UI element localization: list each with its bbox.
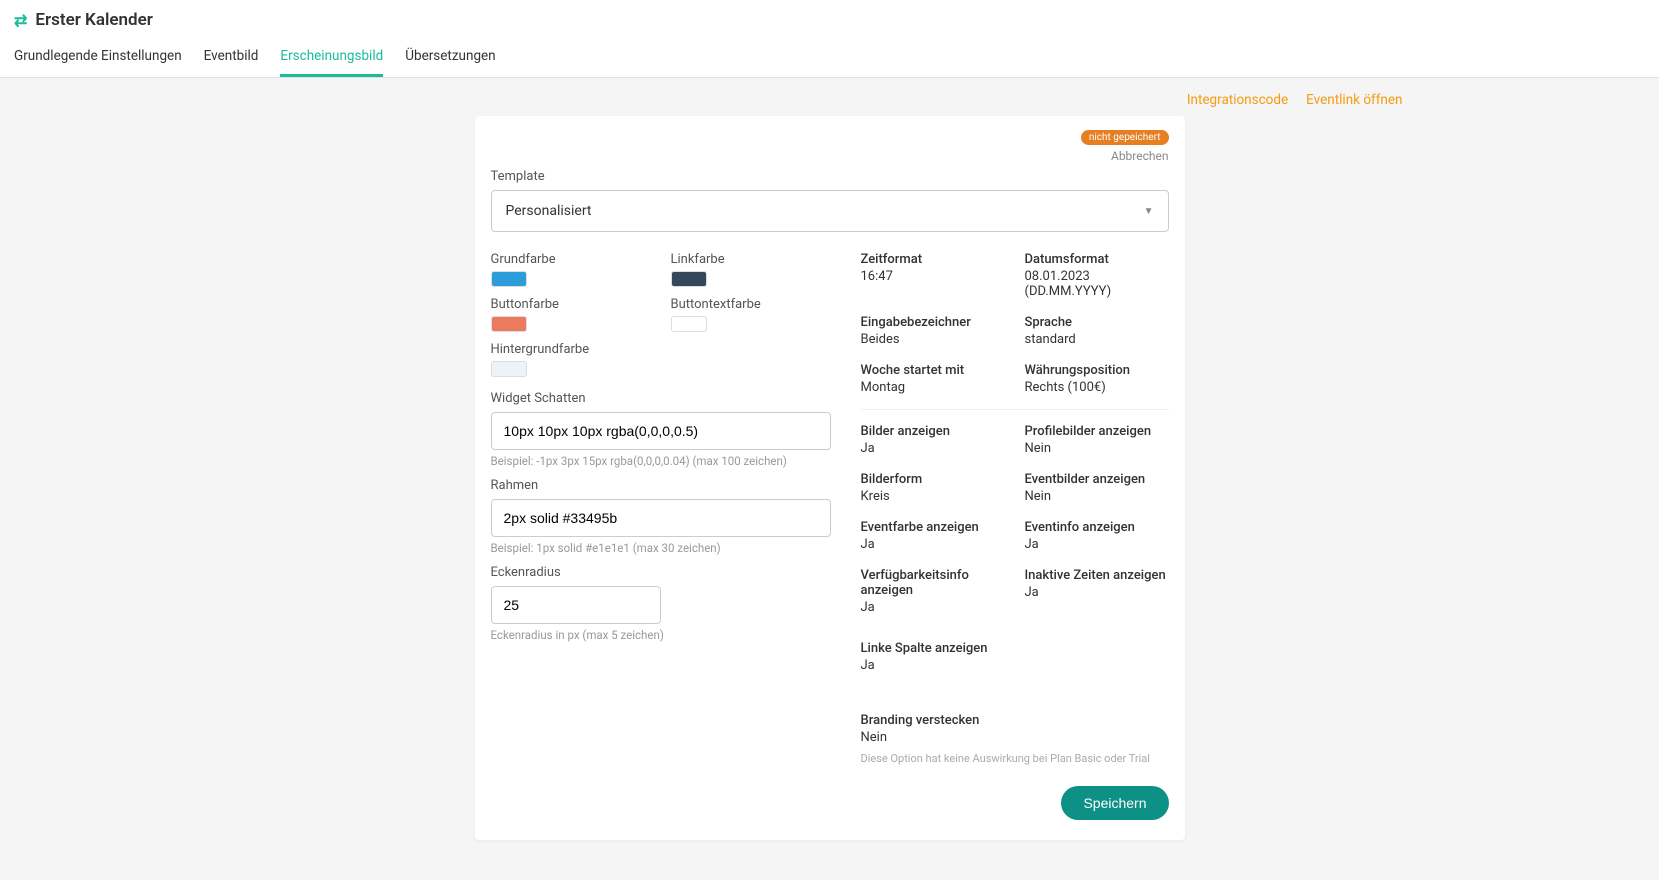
setting-inaktive-zeiten-anzeigen[interactable]: Inaktive Zeiten anzeigen Ja <box>1025 568 1169 615</box>
page-title: Erster Kalender <box>35 10 152 30</box>
widget-shadow-label: Widget Schatten <box>491 391 831 406</box>
unsaved-badge: nicht gepeichert <box>1081 130 1169 145</box>
open-eventlink-link[interactable]: Eventlink öffnen <box>1306 92 1402 108</box>
hintergrundfarbe-label: Hintergrundfarbe <box>491 342 651 357</box>
settings-group-c: Linke Spalte anzeigen Ja <box>861 641 1169 673</box>
settings-group-a: Zeitformat 16:47 Datumsformat 08.01.2023… <box>861 252 1169 395</box>
buttonfarbe-swatch[interactable] <box>491 316 527 332</box>
linkfarbe-label: Linkfarbe <box>671 252 831 267</box>
setting-branding-verstecken[interactable]: Branding verstecken Nein Diese Option ha… <box>861 713 1169 766</box>
radius-label: Eckenradius <box>491 565 831 580</box>
radius-input[interactable] <box>491 586 661 624</box>
save-button[interactable]: Speichern <box>1061 786 1168 820</box>
setting-eventfarbe-anzeigen[interactable]: Eventfarbe anzeigen Ja <box>861 520 1005 552</box>
header: ⇄ Erster Kalender Grundlegende Einstellu… <box>0 0 1659 78</box>
border-hint: Beispiel: 1px solid #e1e1e1 (max 30 zeic… <box>491 541 831 555</box>
tab-eventbild[interactable]: Eventbild <box>204 40 259 77</box>
border-label: Rahmen <box>491 478 831 493</box>
buttontextfarbe-swatch[interactable] <box>671 316 707 332</box>
setting-eventbilder-anzeigen[interactable]: Eventbilder anzeigen Nein <box>1025 472 1169 504</box>
integration-code-link[interactable]: Integrationscode <box>1187 92 1288 108</box>
divider <box>861 409 1169 410</box>
cancel-link[interactable]: Abbrechen <box>1111 149 1169 163</box>
setting-bilderform[interactable]: Bilderform Kreis <box>861 472 1005 504</box>
setting-eingabebezeichner[interactable]: Eingabebezeichner Beides <box>861 315 1005 347</box>
buttonfarbe-label: Buttonfarbe <box>491 297 651 312</box>
branding-note: Diese Option hat keine Auswirkung bei Pl… <box>861 751 1169 766</box>
setting-linke-spalte-anzeigen[interactable]: Linke Spalte anzeigen Ja <box>861 641 1005 673</box>
setting-verfuegbarkeitsinfo-anzeigen[interactable]: Verfügbarkeitsinfo anzeigen Ja <box>861 568 1005 615</box>
radius-hint: Eckenradius in px (max 5 zeichen) <box>491 628 831 642</box>
top-links: Integrationscode Eventlink öffnen <box>257 92 1403 108</box>
chevron-down-icon: ▼ <box>1144 206 1154 217</box>
setting-bilder-anzeigen[interactable]: Bilder anzeigen Ja <box>861 424 1005 456</box>
hintergrundfarbe-swatch[interactable] <box>491 361 527 377</box>
buttontextfarbe-label: Buttontextfarbe <box>671 297 831 312</box>
grundfarbe-swatch[interactable] <box>491 271 527 287</box>
widget-shadow-input[interactable] <box>491 412 831 450</box>
grundfarbe-label: Grundfarbe <box>491 252 651 267</box>
template-select[interactable]: Personalisiert ▼ <box>491 190 1169 232</box>
widget-shadow-hint: Beispiel: -1px 3px 15px rgba(0,0,0,0.04)… <box>491 454 831 468</box>
setting-zeitformat[interactable]: Zeitformat 16:47 <box>861 252 1005 299</box>
setting-datumsformat[interactable]: Datumsformat 08.01.2023 (DD.MM.YYYY) <box>1025 252 1169 299</box>
setting-sprache[interactable]: Sprache standard <box>1025 315 1169 347</box>
setting-woche-start[interactable]: Woche startet mit Montag <box>861 363 1005 395</box>
tab-appearance[interactable]: Erscheinungsbild <box>280 40 383 77</box>
tab-basic-settings[interactable]: Grundlegende Einstellungen <box>14 40 182 77</box>
linkfarbe-swatch[interactable] <box>671 271 707 287</box>
tabs: Grundlegende Einstellungen Eventbild Ers… <box>14 40 1645 77</box>
template-label: Template <box>491 169 1169 184</box>
setting-eventinfo-anzeigen[interactable]: Eventinfo anzeigen Ja <box>1025 520 1169 552</box>
border-input[interactable] <box>491 499 831 537</box>
tab-translations[interactable]: Übersetzungen <box>405 40 495 77</box>
setting-waehrungsposition[interactable]: Währungsposition Rechts (100€) <box>1025 363 1169 395</box>
setting-profilebilder-anzeigen[interactable]: Profilebilder anzeigen Nein <box>1025 424 1169 456</box>
settings-group-b: Bilder anzeigen Ja Profilebilder anzeige… <box>861 424 1169 615</box>
settings-card: nicht gepeichert Abbrechen Template Pers… <box>475 116 1185 840</box>
template-value: Personalisiert <box>506 203 592 219</box>
swap-icon: ⇄ <box>14 11 27 30</box>
